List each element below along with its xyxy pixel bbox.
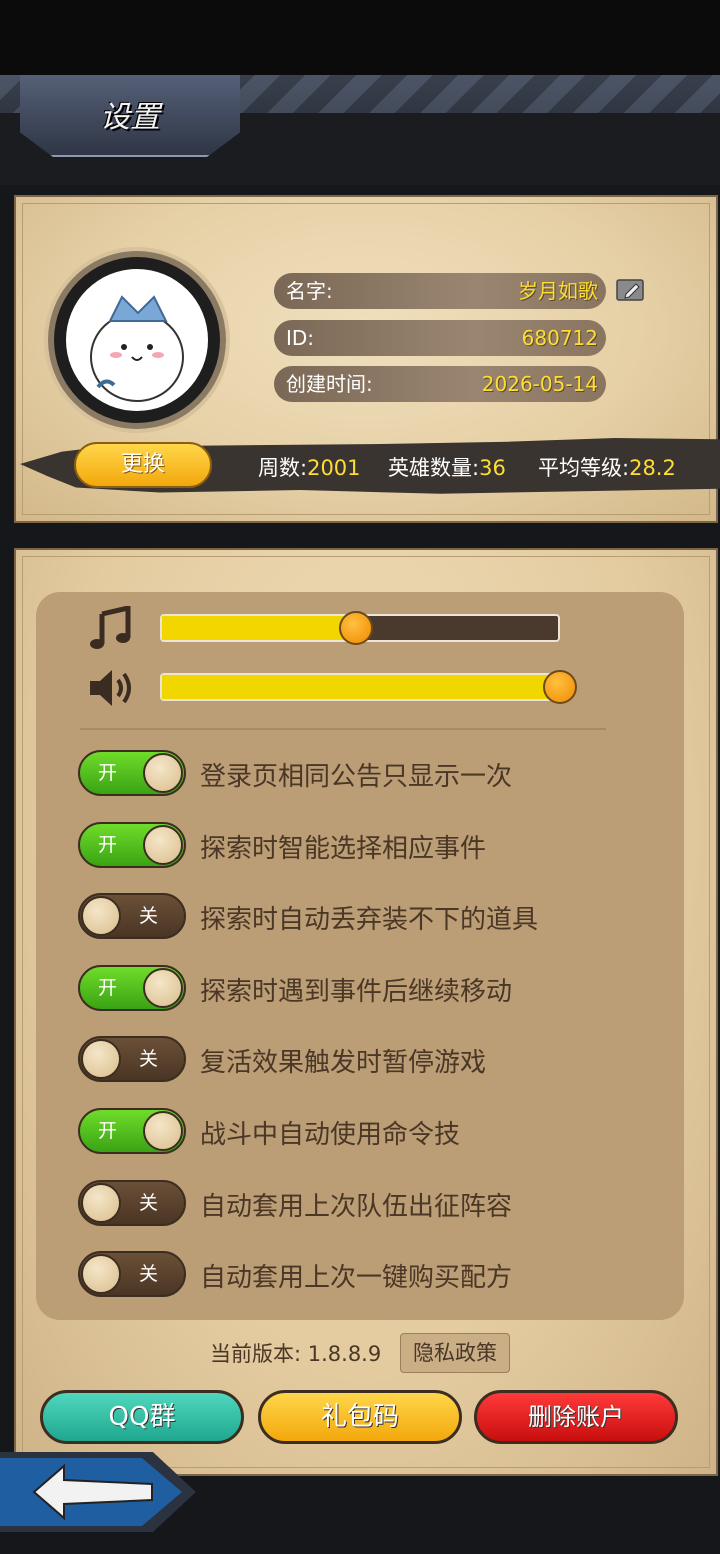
toggle-knob	[81, 1183, 121, 1223]
name-label: 名字:	[286, 279, 333, 303]
sound-slider-fill	[162, 675, 558, 699]
status-bar-area	[0, 0, 720, 75]
toggle-state-label: 关	[138, 1263, 158, 1285]
toggle-knob	[143, 1111, 183, 1151]
change-avatar-button[interactable]: 更换	[74, 442, 212, 488]
stat-heroes: 英雄数量:36	[388, 456, 506, 480]
option-label-8: 自动套用上次一键购买配方	[200, 1263, 513, 1293]
avatar[interactable]	[66, 269, 208, 411]
toggle-state-label: 关	[138, 1048, 158, 1070]
back-arrow-icon	[30, 1462, 158, 1522]
toggle-state-label: 开	[98, 977, 118, 999]
edit-name-icon[interactable]	[616, 278, 646, 302]
toggle-knob	[143, 968, 183, 1008]
music-note-icon	[88, 604, 134, 650]
music-slider-knob[interactable]	[339, 611, 373, 645]
toggle-knob	[143, 753, 183, 793]
toggle-option-4[interactable]: 开	[78, 965, 186, 1011]
qq-group-button[interactable]: QQ群	[40, 1390, 244, 1444]
id-label: ID:	[286, 326, 315, 350]
toggle-knob	[81, 896, 121, 936]
created-row: 创建时间: 2026-05-14	[274, 366, 606, 402]
music-slider-fill	[162, 616, 357, 640]
toggle-state-label: 开	[98, 1120, 118, 1142]
privacy-policy-button[interactable]: 隐私政策	[400, 1333, 510, 1373]
id-row: ID: 680712	[274, 320, 606, 356]
created-value: 2026-05-14	[481, 372, 598, 396]
toggle-state-label: 关	[138, 905, 158, 927]
divider	[80, 728, 606, 730]
option-label-4: 探索时遇到事件后继续移动	[200, 977, 513, 1007]
option-label-7: 自动套用上次队伍出征阵容	[200, 1192, 513, 1222]
option-label-5: 复活效果触发时暂停游戏	[200, 1048, 487, 1078]
sound-slider[interactable]	[160, 673, 560, 701]
toggle-option-7[interactable]: 关	[78, 1180, 186, 1226]
page-title: 设置	[100, 100, 160, 135]
toggle-knob	[81, 1039, 121, 1079]
option-label-2: 探索时智能选择相应事件	[200, 834, 487, 864]
toggle-option-5[interactable]: 关	[78, 1036, 186, 1082]
gift-code-button[interactable]: 礼包码	[258, 1390, 462, 1444]
toggle-state-label: 关	[138, 1192, 158, 1214]
option-label-3: 探索时自动丢弃装不下的道具	[200, 905, 539, 935]
stat-avg-level: 平均等级:28.2	[538, 456, 676, 480]
toggle-option-1[interactable]: 开	[78, 750, 186, 796]
speaker-icon	[88, 666, 134, 710]
stat-weeks: 周数:2001	[258, 456, 361, 480]
toggle-state-label: 开	[98, 762, 118, 784]
sound-slider-knob[interactable]	[543, 670, 577, 704]
id-value: 680712	[521, 326, 598, 350]
version-text: 当前版本: 1.8.8.9	[210, 1342, 382, 1366]
toggle-state-label: 开	[98, 834, 118, 856]
option-label-1: 登录页相同公告只显示一次	[200, 762, 513, 792]
delete-account-button[interactable]: 删除账户	[474, 1390, 678, 1444]
toggle-option-3[interactable]: 关	[78, 893, 186, 939]
name-row: 名字: 岁月如歌	[274, 273, 606, 309]
option-label-6: 战斗中自动使用命令技	[200, 1120, 461, 1150]
toggle-knob	[81, 1254, 121, 1294]
created-label: 创建时间:	[286, 372, 373, 396]
toggle-knob	[143, 825, 183, 865]
toggle-option-6[interactable]: 开	[78, 1108, 186, 1154]
toggle-option-8[interactable]: 关	[78, 1251, 186, 1297]
toggle-option-2[interactable]: 开	[78, 822, 186, 868]
name-value: 岁月如歌	[518, 279, 598, 303]
